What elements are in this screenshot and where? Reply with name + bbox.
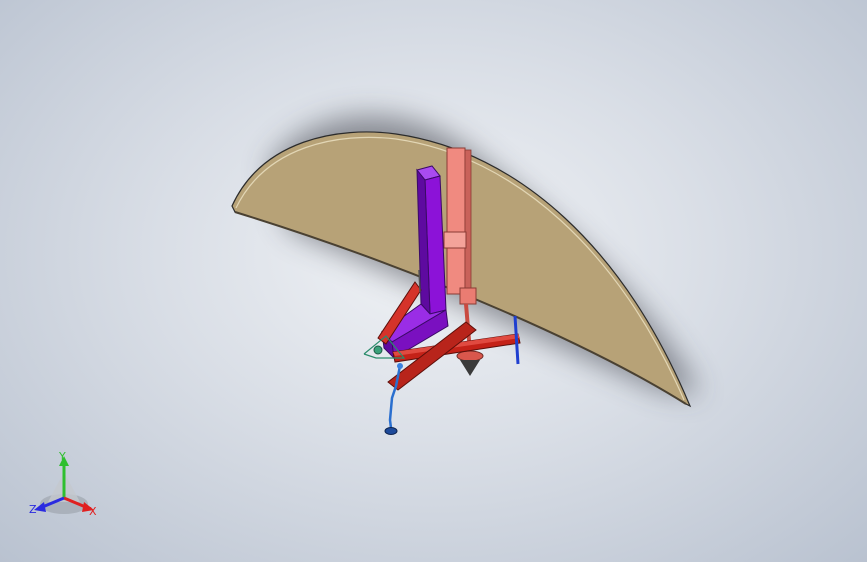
z-axis-label: Z (29, 503, 37, 516)
x-axis-label: X (89, 505, 97, 518)
3d-viewport[interactable]: Y X Z (0, 0, 867, 562)
assembly-model[interactable] (0, 0, 867, 562)
y-axis-label: Y (59, 450, 66, 463)
